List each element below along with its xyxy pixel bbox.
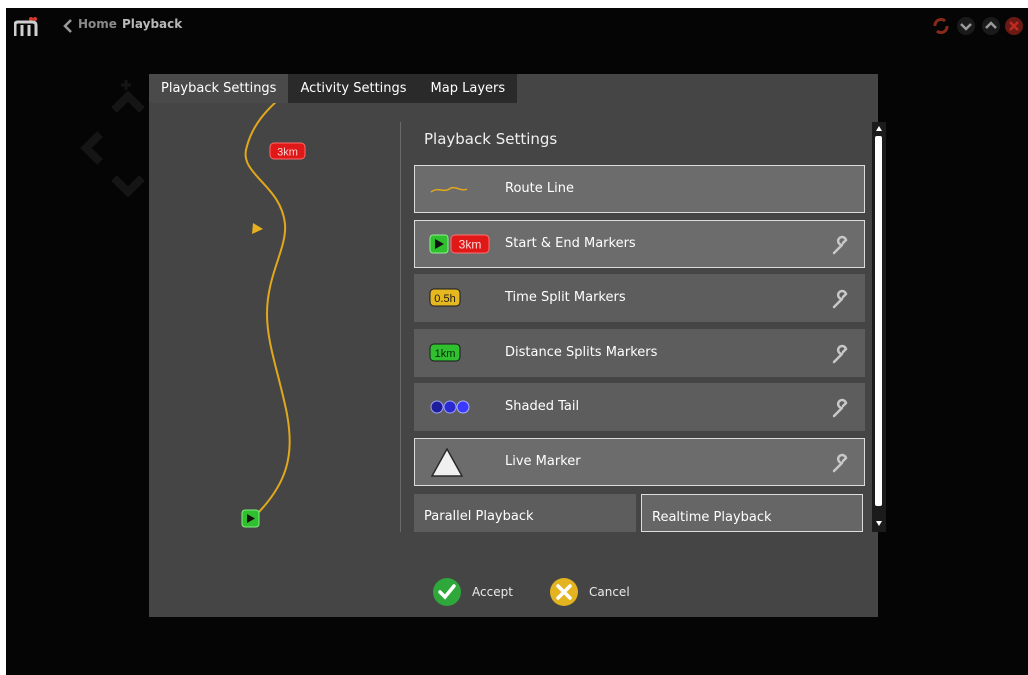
svg-text:1km: 1km (435, 348, 456, 360)
distance-split-marker-icon: 1km (429, 343, 461, 362)
scrollbar[interactable] (872, 122, 886, 532)
breadcrumb-home[interactable]: Home (78, 17, 117, 31)
app-logo-icon (14, 17, 38, 36)
cancel-x-icon (550, 578, 578, 606)
tab-playback-settings[interactable]: Playback Settings (149, 74, 289, 103)
wrench-icon[interactable] (830, 235, 850, 255)
scroll-down-icon[interactable] (875, 520, 883, 527)
start-end-marker-icon: 3km (429, 234, 490, 254)
item-label: Route Line (505, 181, 574, 196)
route-line (244, 103, 291, 521)
route-direction-icon (252, 223, 263, 234)
parallel-playback-button[interactable]: Parallel Playback (414, 494, 636, 532)
list-item-start-end-markers[interactable]: 3km Start & End Markers (414, 220, 865, 268)
route-preview: 3km (241, 103, 306, 528)
back-arrow-icon[interactable] (61, 18, 75, 34)
cancel-button[interactable]: Cancel (549, 575, 630, 609)
scroll-thumb[interactable] (875, 136, 882, 506)
panel-title: Playback Settings (424, 130, 558, 148)
list-item-shaded-tail[interactable]: Shaded Tail (414, 383, 865, 431)
item-label: Start & End Markers (505, 236, 636, 251)
breadcrumb-current: Playback (122, 17, 183, 31)
wrench-icon[interactable] (830, 453, 850, 473)
live-marker-icon (431, 447, 464, 477)
tab-activity-settings[interactable]: Activity Settings (288, 74, 419, 103)
divider (400, 122, 401, 532)
maximize-icon[interactable] (981, 16, 1001, 36)
minimize-icon[interactable] (956, 16, 976, 36)
map-zoom-controls-icon (80, 80, 145, 198)
app-window: Home Playback Playback Settings Activity… (6, 8, 1028, 675)
svg-text:3km: 3km (459, 238, 482, 252)
sync-icon[interactable] (931, 16, 951, 36)
svg-text:0.5h: 0.5h (434, 293, 455, 305)
realtime-playback-button[interactable]: Realtime Playback (641, 494, 863, 532)
route-line-icon (430, 186, 468, 193)
wrench-icon[interactable] (830, 289, 850, 309)
tab-map-layers[interactable]: Map Layers (418, 74, 518, 103)
start-marker (241, 509, 260, 528)
item-label: Live Marker (505, 454, 581, 469)
wrench-icon[interactable] (830, 398, 850, 418)
tab-bar: Playback Settings Activity Settings Map … (149, 74, 518, 103)
list-item-distance-splits-markers[interactable]: 1km Distance Splits Markers (414, 329, 865, 377)
accept-button[interactable]: Accept (432, 575, 513, 609)
checkmark-icon (433, 578, 461, 606)
close-icon[interactable] (1004, 16, 1024, 36)
end-marker: 3km (269, 142, 306, 160)
end-marker-label: 3km (277, 147, 298, 159)
list-item-route-line[interactable]: Route Line (414, 165, 865, 213)
item-label: Distance Splits Markers (505, 345, 658, 360)
item-label: Shaded Tail (505, 399, 580, 414)
item-label: Time Split Markers (505, 290, 626, 305)
list-item-time-split-markers[interactable]: 0.5h Time Split Markers (414, 274, 865, 322)
list-item-live-marker[interactable]: Live Marker (414, 438, 865, 486)
shaded-tail-icon (430, 400, 470, 414)
time-split-marker-icon: 0.5h (429, 288, 461, 307)
scroll-up-icon[interactable] (875, 125, 883, 132)
wrench-icon[interactable] (830, 344, 850, 364)
playback-settings-dialog: Playback Settings Activity Settings Map … (149, 74, 886, 617)
